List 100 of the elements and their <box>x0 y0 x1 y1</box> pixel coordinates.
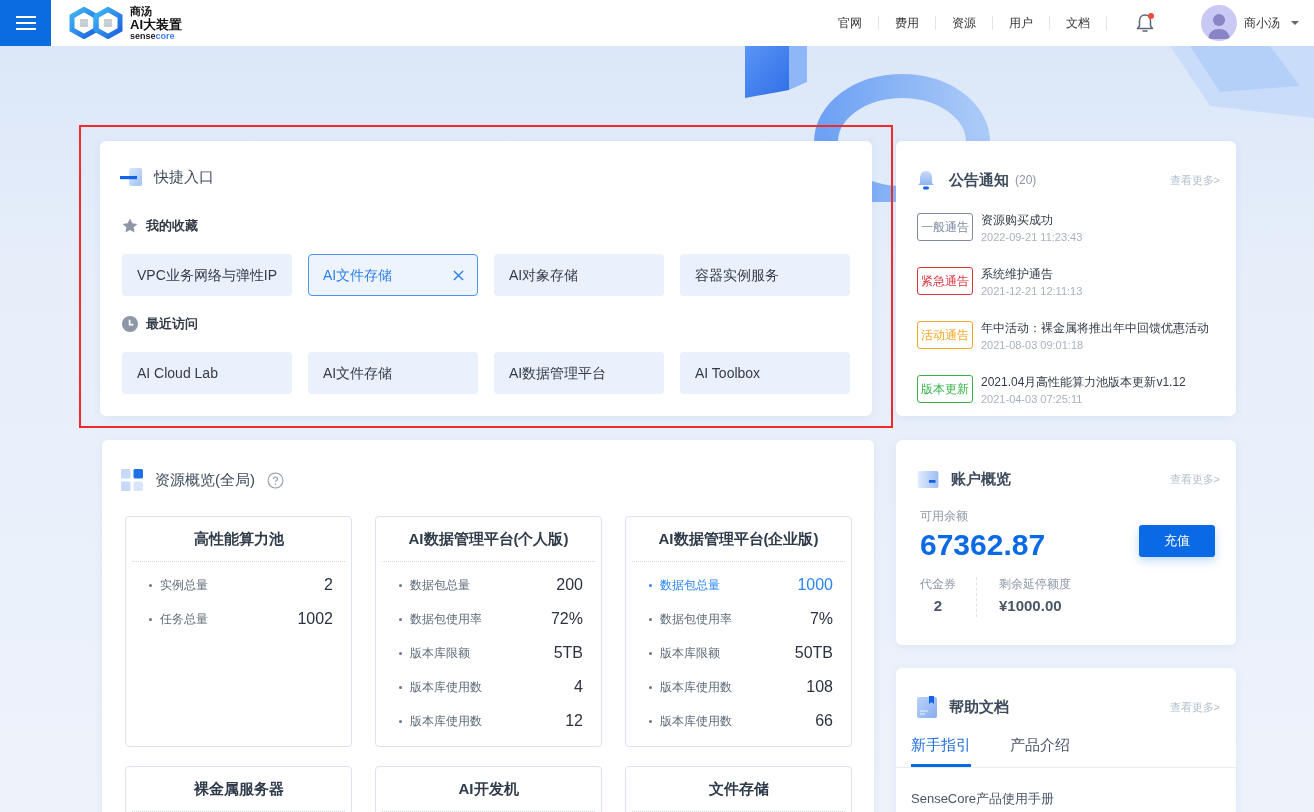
shortcut-tile[interactable]: AI Toolbox <box>680 352 850 394</box>
clock-icon <box>122 316 138 332</box>
resource-card-title: 高性能算力池 <box>193 528 284 549</box>
notice-tag: 紧急通告 <box>917 267 973 295</box>
notice-time: 2021-04-03 07:25:11 <box>981 393 1084 406</box>
notice-time: 2021-12-21 12:11:13 <box>981 285 1083 298</box>
voucher-count: 2 <box>933 597 943 615</box>
stat-label: 数据包总量 <box>410 577 470 594</box>
count-text: (20) <box>1015 172 1037 189</box>
bullet-icon <box>649 719 652 723</box>
stat-value: 108 <box>806 677 833 697</box>
section-title: 我的收藏 <box>146 217 198 236</box>
nav-link[interactable]: 费用 <box>879 14 935 32</box>
bullet-icon <box>399 651 402 655</box>
notice-tag: 一般通告 <box>917 213 973 241</box>
bullet-icon <box>399 685 402 689</box>
card-title: 快捷入口 <box>154 166 214 187</box>
menu-button[interactable] <box>0 0 51 46</box>
notice-title[interactable]: 资源购买成功 <box>981 213 1083 228</box>
stat-label: 版本库使用数 <box>410 713 482 730</box>
notice-tag: 版本更新 <box>917 375 973 403</box>
bell-icon[interactable] <box>1135 12 1155 34</box>
stat-value: 5TB <box>553 643 583 663</box>
notice-time: 2021-08-03 09:01:18 <box>981 339 1085 352</box>
user-name[interactable]: 商小汤 <box>1244 14 1280 32</box>
bullet-icon <box>649 583 652 587</box>
caret-icon[interactable] <box>1291 21 1299 25</box>
nav-link[interactable]: 官网 <box>822 14 878 32</box>
stat-label: 数据包使用率 <box>410 611 482 628</box>
balance-amount: 67362.87 <box>920 527 1046 563</box>
bullet-icon <box>149 617 152 621</box>
stat-value: 2 <box>324 575 333 595</box>
bullet-icon <box>399 583 402 587</box>
hexagon-logo-icon <box>68 7 124 39</box>
avatar-icon[interactable] <box>1201 5 1237 41</box>
help-tab[interactable]: 新手指引 <box>911 733 971 767</box>
bullet-icon <box>649 617 652 621</box>
notice-title[interactable]: 2021.04月高性能算力池版本更新v1.12 <box>981 375 1186 390</box>
stat-value: 7% <box>809 609 833 629</box>
bullet-icon <box>399 719 402 723</box>
help-icon[interactable] <box>267 471 284 489</box>
book-icon <box>917 696 937 718</box>
help-tab[interactable]: 产品介绍 <box>1010 733 1070 767</box>
nav-link[interactable]: 用户 <box>993 14 1049 32</box>
nav-link[interactable]: 资源 <box>936 14 992 32</box>
stat-label: 任务总量 <box>160 611 208 628</box>
logo-text: 商汤 <box>130 5 152 17</box>
notice-title[interactable]: 系统维护通告 <box>981 267 1083 282</box>
stat-value: 4 <box>574 677 583 697</box>
shortcut-tile[interactable]: AI文件存储 <box>308 254 478 296</box>
stat-label: 版本库使用数 <box>410 679 482 696</box>
resource-card-title: AI开发机 <box>458 778 519 799</box>
resource-card-title: AI数据管理平台(企业版) <box>658 528 819 549</box>
stat-value: 72% <box>550 609 583 629</box>
stat-value: 50TB <box>794 643 833 663</box>
help-doc-link[interactable]: SenseCore产品使用手册 <box>911 790 1055 808</box>
logo-text: AI大装置 <box>130 17 182 31</box>
stat-label: 版本库使用数 <box>660 679 732 696</box>
stat-value: 66 <box>815 711 833 731</box>
credit-label: 剩余延停额度 <box>999 577 1071 591</box>
resource-card-title: 裸金属服务器 <box>193 778 284 799</box>
notice-tag: 活动通告 <box>917 321 973 349</box>
bullet-icon <box>399 617 402 621</box>
stat-value: 1002 <box>297 609 333 629</box>
logo-wordmark: sensecore <box>130 31 175 41</box>
card-title: 账户概览 <box>951 468 1011 489</box>
bullet-icon <box>149 583 152 587</box>
stat-label: 数据包使用率 <box>660 611 732 628</box>
resource-card-title: 文件存储 <box>708 778 769 799</box>
bullet-icon <box>649 651 652 655</box>
stat-label: 版本库使用数 <box>660 713 732 730</box>
notice-time: 2022-09-21 11:23:43 <box>981 231 1083 244</box>
stat-value: 12 <box>565 711 583 731</box>
bullet-icon <box>649 685 652 689</box>
balance-label: 可用余额 <box>920 509 969 523</box>
stat-label: 版本库限额 <box>410 645 470 662</box>
recharge-button[interactable]: 充值 <box>1139 525 1215 557</box>
credit-amount: ¥1000.00 <box>999 597 1063 615</box>
bell-icon <box>917 170 935 190</box>
stat-label: 实例总量 <box>160 577 208 594</box>
shortcut-tile[interactable]: AI对象存储 <box>494 254 664 296</box>
shortcut-tile[interactable]: AI文件存储 <box>308 352 478 394</box>
stat-value: 200 <box>556 575 583 595</box>
section-title: 最近访问 <box>146 315 198 334</box>
notice-title[interactable]: 年中活动：裸金属将推出年中回馈优惠活动 <box>981 321 1209 336</box>
stat-label: 数据包总量 <box>660 577 720 594</box>
voucher-label: 代金券 <box>920 577 956 591</box>
grid-icon <box>121 469 143 491</box>
close-icon[interactable] <box>453 269 464 281</box>
stat-value: 1000 <box>797 575 833 595</box>
star-icon <box>122 218 138 234</box>
menu-icon <box>15 16 36 30</box>
stat-label: 版本库限额 <box>660 645 720 662</box>
shortcut-tile[interactable]: 容器实例服务 <box>680 254 850 296</box>
shortcut-tile[interactable]: VPC业务网络与弹性IP <box>122 254 292 296</box>
shortcut-tile[interactable]: AI Cloud Lab <box>122 352 292 394</box>
nav-link[interactable]: 文档 <box>1050 14 1106 32</box>
card-title: 帮助文档 <box>949 696 1009 717</box>
resource-card-title: AI数据管理平台(个人版) <box>408 528 569 549</box>
shortcut-tile[interactable]: AI数据管理平台 <box>494 352 664 394</box>
